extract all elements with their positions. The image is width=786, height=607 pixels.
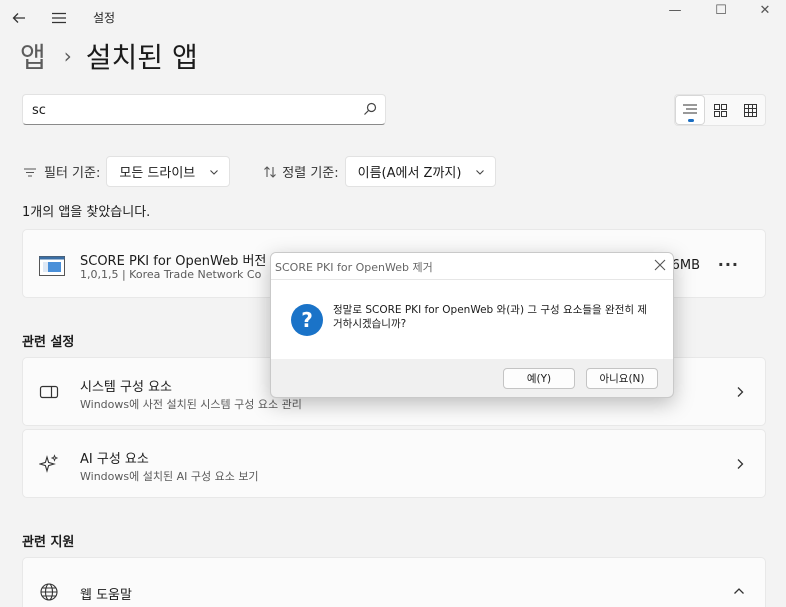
tile-view-icon (743, 103, 757, 117)
settings-item-desc: Windows에 설치된 AI 구성 요소 보기 (80, 470, 259, 483)
filter-icon (24, 167, 36, 177)
filter-label: 필터 기준: (44, 166, 101, 181)
support-item-title: 웹 도움말 (80, 588, 132, 603)
app-window-icon (39, 256, 65, 276)
dialog-title: SCORE PKI for OpenWeb 제거 (275, 261, 433, 274)
chevron-down-icon (210, 169, 219, 175)
close-icon[interactable] (653, 258, 667, 272)
dialog-body: ? 정말로 SCORE PKI for OpenWeb 와(과) 그 구성 요소… (271, 280, 673, 359)
filter-dropdown[interactable]: 모든 드라이브 (106, 156, 231, 187)
chevron-right-icon (737, 387, 744, 397)
more-options-icon[interactable]: ··· (718, 255, 739, 274)
view-toggle (674, 94, 766, 126)
app-title: 설정 (93, 11, 116, 25)
question-icon: ? (291, 304, 323, 336)
app-size: 6MB (671, 258, 700, 273)
app-meta: 1,0,1,5 | Korea Trade Network Co (80, 268, 262, 281)
breadcrumb: 앱 › 설치된 앱 (20, 36, 198, 76)
uninstall-confirm-dialog: SCORE PKI for OpenWeb 제거 ? 정말로 SCORE PKI… (270, 252, 674, 398)
page-title: 설치된 앱 (85, 41, 198, 74)
list-view-button[interactable] (675, 95, 705, 125)
globe-icon (40, 583, 58, 601)
chevron-up-icon[interactable] (733, 586, 745, 596)
search-icon[interactable] (363, 102, 377, 116)
support-item-web-help[interactable]: 웹 도움말 (22, 557, 766, 607)
sort-dropdown-value: 이름(A에서 Z까지) (357, 166, 462, 181)
results-count-text: 1개의 앱을 찾았습니다. (22, 205, 151, 220)
sort-label: 정렬 기준: (282, 166, 339, 181)
tile-view-button[interactable] (735, 95, 765, 125)
yes-button[interactable]: 예(Y) (503, 368, 575, 389)
chevron-down-icon (476, 169, 485, 175)
settings-item-title: 시스템 구성 요소 (80, 380, 172, 395)
title-bar: 설정 — ☐ ✕ (0, 0, 786, 36)
sort-icon (264, 165, 277, 178)
settings-item-title: AI 구성 요소 (80, 452, 149, 467)
no-button[interactable]: 아니요(N) (586, 368, 658, 389)
breadcrumb-separator-icon: › (63, 44, 72, 68)
related-support-heading: 관련 지원 (22, 535, 75, 550)
search-input[interactable] (32, 101, 352, 119)
filter-sort-row: 필터 기준: 모든 드라이브 정렬 기준: 이름(A에서 Z까지) (22, 156, 497, 187)
grid-view-icon (713, 103, 727, 117)
minimize-button[interactable]: — (652, 0, 698, 20)
hamburger-menu-icon[interactable] (49, 8, 69, 28)
settings-item-desc: Windows에 사전 설치된 시스템 구성 요소 관리 (80, 398, 302, 411)
sort-dropdown[interactable]: 이름(A에서 Z까지) (344, 156, 497, 187)
maximize-button[interactable]: ☐ (698, 0, 744, 20)
chevron-right-icon (737, 459, 744, 469)
system-component-icon (39, 385, 59, 399)
related-settings-heading: 관련 설정 (22, 335, 75, 350)
list-view-icon (683, 104, 697, 114)
settings-item-ai-components[interactable]: AI 구성 요소 Windows에 설치된 AI 구성 요소 보기 (22, 429, 766, 498)
app-name: SCORE PKI for OpenWeb 버전 (80, 254, 267, 269)
breadcrumb-parent-apps[interactable]: 앱 (20, 36, 46, 76)
dialog-message: 정말로 SCORE PKI for OpenWeb 와(과) 그 구성 요소들을… (333, 304, 648, 330)
sparkle-icon (39, 454, 59, 473)
grid-view-button[interactable] (705, 95, 735, 125)
filter-dropdown-value: 모든 드라이브 (119, 166, 196, 181)
dialog-title-bar: SCORE PKI for OpenWeb 제거 (271, 253, 673, 280)
close-window-button[interactable]: ✕ (742, 0, 786, 20)
search-box[interactable] (22, 94, 386, 125)
back-arrow-icon[interactable] (9, 8, 29, 28)
